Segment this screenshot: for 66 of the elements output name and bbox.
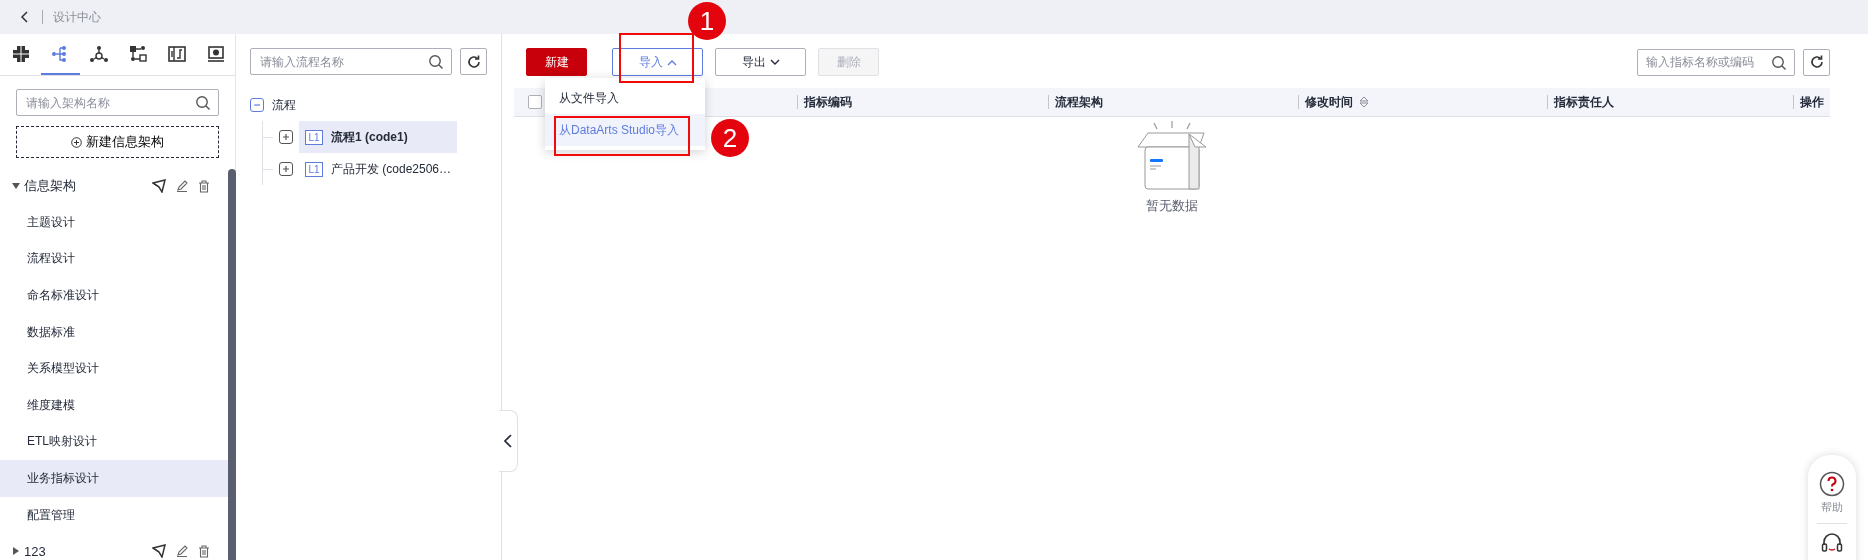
network-icon [89, 43, 110, 64]
tree-node-label[interactable]: 123 [24, 543, 148, 559]
sidebar-item[interactable]: 维度建模 [0, 386, 228, 424]
search-icon[interactable] [428, 54, 444, 70]
new-architecture-button[interactable]: 新建信息架构 [16, 126, 219, 158]
dropdown-button[interactable]: 导入 [612, 48, 703, 76]
chart-icon [166, 43, 187, 64]
search-icon[interactable] [195, 95, 211, 111]
refresh-icon [465, 53, 482, 70]
refresh-button[interactable] [460, 48, 487, 75]
sidebar-item[interactable]: 主题设计 [0, 204, 228, 241]
edit-icon[interactable] [176, 180, 188, 192]
collapse-icon[interactable] [250, 98, 264, 112]
send-icon[interactable] [152, 179, 166, 193]
flow-icon [127, 43, 148, 64]
tree-node[interactable]: L1 产品开发 (code2506… [299, 153, 457, 185]
dropdown-button[interactable]: 导出 [715, 48, 806, 76]
collapse-handle[interactable] [499, 410, 518, 472]
sidebar-item[interactable]: ETL映射设计 [0, 423, 228, 461]
edit-icon[interactable] [176, 545, 188, 558]
checkbox[interactable] [528, 95, 542, 109]
column-header: 修改时间 [1305, 93, 1353, 111]
empty-state-text: 暂无数据 [1146, 197, 1198, 215]
expand-icon[interactable] [279, 130, 293, 144]
caret-down-icon[interactable] [12, 182, 20, 190]
tree-node-label[interactable]: 信息架构 [24, 177, 148, 195]
plus-circle-icon [71, 136, 82, 148]
delete-icon[interactable] [198, 544, 210, 558]
column-header: 指标编码 [804, 93, 852, 111]
level-tag: L1 [305, 129, 323, 145]
tree-node-label: 产品开发 (code2506… [330, 160, 451, 178]
breadcrumb-title: 设计中心 [53, 8, 101, 26]
sidebar-item[interactable]: 流程设计 [0, 240, 228, 278]
tree-node-label: 流程1 (code1) [331, 128, 408, 146]
caret-right-icon[interactable] [12, 547, 20, 556]
sidebar-item[interactable]: 数据标准 [0, 313, 228, 351]
refresh-button[interactable] [1803, 48, 1830, 76]
delete-icon[interactable] [198, 179, 210, 193]
search-icon[interactable] [1771, 54, 1787, 71]
help-icon[interactable] [1819, 471, 1845, 497]
sidebar-item[interactable]: 命名标准设计 [0, 277, 228, 314]
search-field[interactable]: 输入指标名称或编码 [1637, 48, 1795, 76]
expand-icon[interactable] [279, 162, 293, 176]
column-header: 指标责任人 [1554, 93, 1614, 111]
help-label[interactable]: 帮助 [1821, 500, 1843, 515]
grid-icon [11, 43, 32, 64]
send-icon[interactable] [152, 544, 166, 559]
chevron-left-icon [504, 434, 512, 448]
column-header: 操作 [1800, 93, 1824, 111]
refresh-icon [1808, 54, 1825, 70]
monitor-icon [205, 43, 226, 64]
menu-item[interactable]: 从文件导入 [545, 82, 705, 114]
sidebar-item[interactable]: 业务指标设计 [0, 460, 228, 497]
toolbar-button[interactable]: 新建 [526, 48, 587, 76]
sidebar-item[interactable]: 关系模型设计 [0, 350, 228, 387]
step-marker: 2 [711, 119, 749, 157]
column-header: 流程架构 [1055, 93, 1103, 111]
search-field[interactable]: 请输入架构名称 [16, 89, 219, 116]
sidebar-item[interactable]: 配置管理 [0, 496, 228, 534]
level-tag: L1 [305, 161, 323, 177]
tree-node[interactable]: L1 流程1 (code1) [299, 121, 457, 153]
menu-item[interactable]: 从DataArts Studio导入 [545, 114, 705, 146]
tree-node-label[interactable]: 流程 [272, 96, 296, 114]
scrollbar[interactable] [228, 169, 236, 560]
sort-icon[interactable] [1359, 96, 1369, 108]
search-field[interactable]: 请输入流程名称 [250, 48, 452, 75]
